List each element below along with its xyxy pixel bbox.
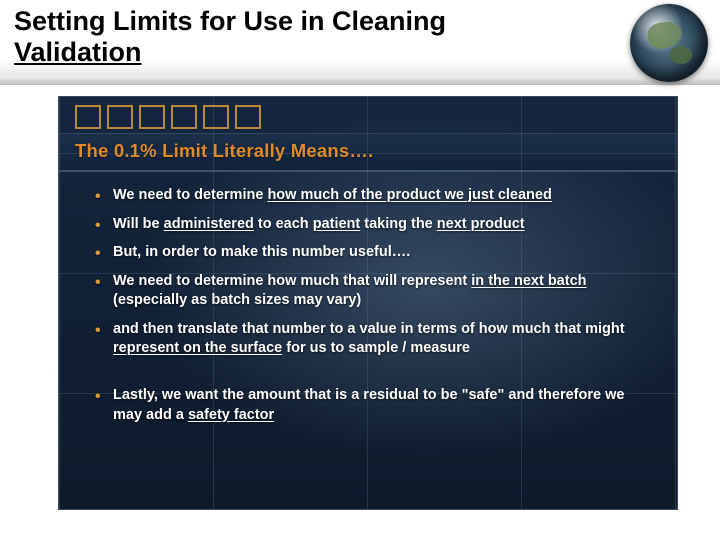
bullet-item: Lastly, we want the amount that is a res… (95, 386, 655, 425)
bullet-item: and then translate that number to a valu… (95, 320, 655, 359)
underlined-text: administered (164, 216, 254, 232)
decorative-box (235, 105, 261, 129)
decorative-boxes-row (59, 97, 677, 133)
underlined-text: how much of the product we just cleaned (267, 187, 551, 203)
slide: Setting Limits for Use in Cleaning Valid… (0, 0, 720, 540)
bullet-group-2: Lastly, we want the amount that is a res… (95, 386, 655, 425)
underlined-text: safety factor (188, 407, 274, 423)
bullet-item: Will be administered to each patient tak… (95, 215, 655, 235)
underlined-text: patient (313, 216, 361, 232)
decorative-box (203, 105, 229, 129)
globe-icon (630, 4, 708, 82)
bullets-area: We need to determine how much of the pro… (59, 172, 677, 425)
header-band: Setting Limits for Use in Cleaning Valid… (0, 0, 720, 85)
group-separator (95, 368, 655, 386)
bullet-item: We need to determine how much that will … (95, 272, 655, 311)
title-line-1: Setting Limits for Use in Cleaning (14, 6, 446, 36)
bullet-group-1: We need to determine how much of the pro… (95, 186, 655, 359)
underlined-text: in the next batch (471, 273, 586, 289)
decorative-box (171, 105, 197, 129)
inner-panel: The 0.1% Limit Literally Means…. We need… (58, 96, 678, 510)
decorative-box (107, 105, 133, 129)
inner-heading: The 0.1% Limit Literally Means…. (59, 133, 677, 172)
title-line-2: Validation (14, 37, 142, 67)
page-title: Setting Limits for Use in Cleaning Valid… (14, 6, 514, 68)
decorative-box (75, 105, 101, 129)
decorative-box (139, 105, 165, 129)
bullet-item: We need to determine how much of the pro… (95, 186, 655, 206)
underlined-text: next product (437, 216, 525, 232)
underlined-text: represent on the surface (113, 340, 282, 356)
bullet-item: But, in order to make this number useful… (95, 243, 655, 263)
